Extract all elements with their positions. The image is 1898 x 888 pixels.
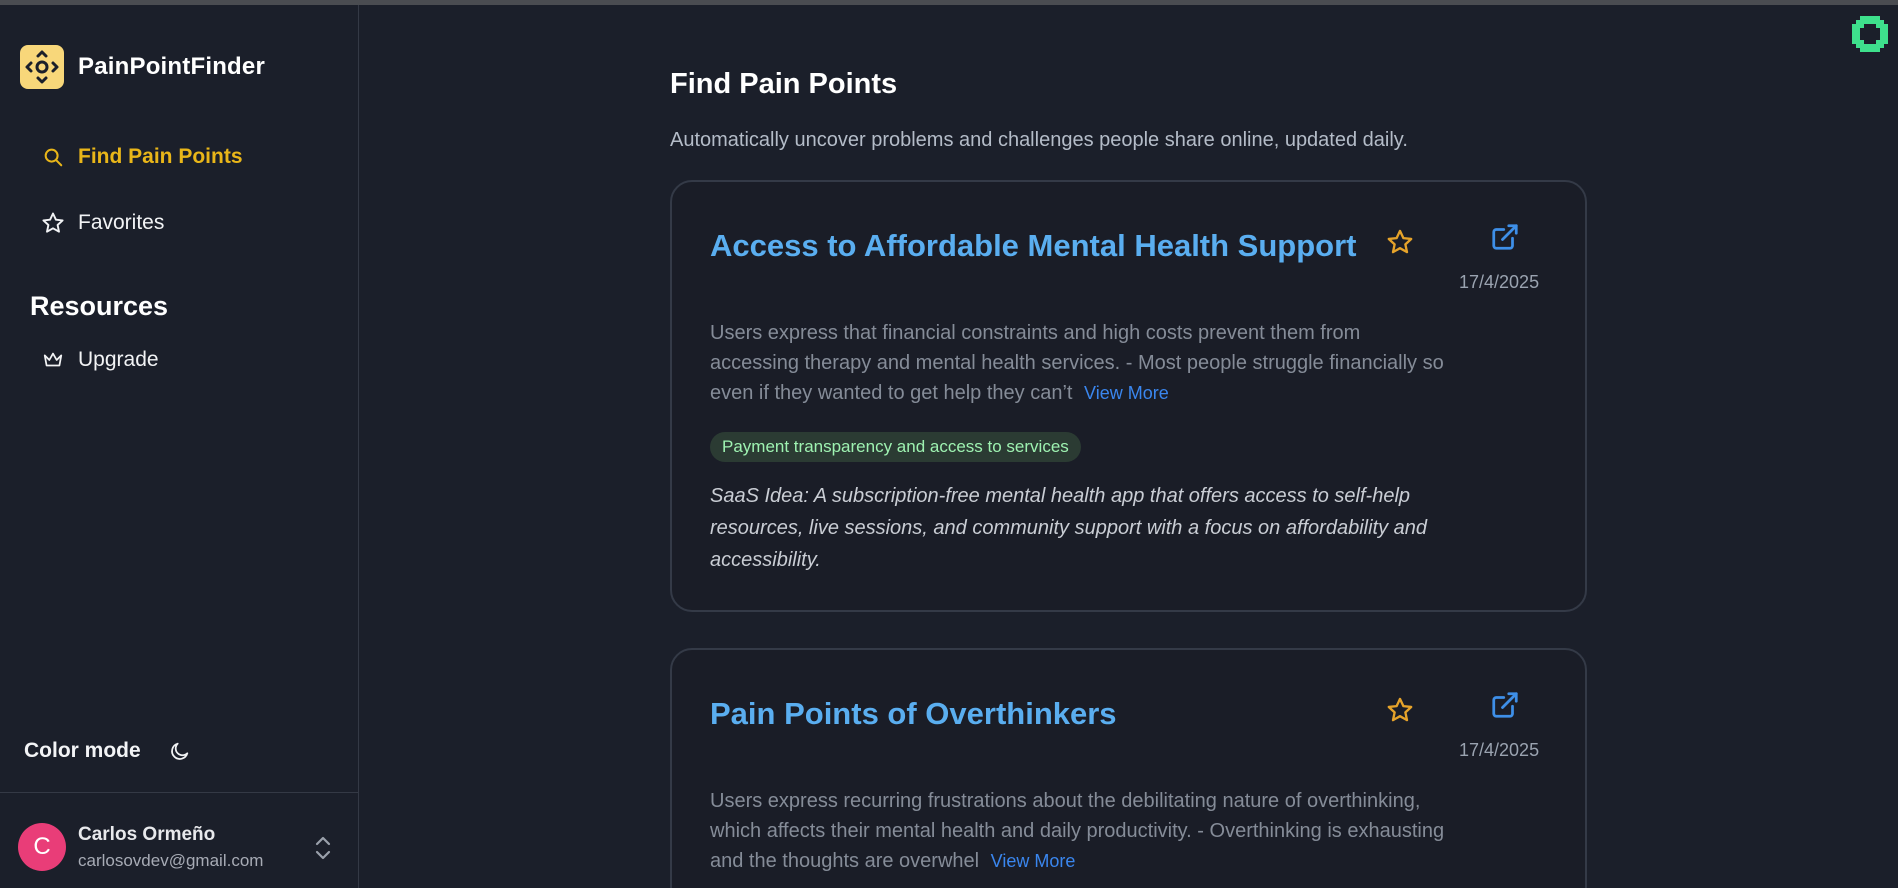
user-name: Carlos Ormeño bbox=[78, 823, 216, 845]
card-title[interactable]: Access to Affordable Mental Health Suppo… bbox=[710, 228, 1357, 264]
card-date: 17/4/2025 bbox=[1459, 272, 1540, 292]
card-description: Users express recurring frustrations abo… bbox=[710, 786, 1450, 876]
page-title: Find Pain Points bbox=[670, 68, 898, 100]
avatar: C bbox=[18, 823, 66, 871]
view-more-link[interactable]: View More bbox=[991, 851, 1076, 871]
user-email: carlosovdev@gmail.com bbox=[78, 850, 264, 870]
logo-icon bbox=[20, 45, 64, 89]
card-title[interactable]: Pain Points of Overthinkers bbox=[710, 696, 1117, 732]
resources-heading: Resources bbox=[30, 291, 169, 321]
favorite-star-icon[interactable] bbox=[1384, 226, 1416, 258]
brand[interactable]: PainPointFinder bbox=[20, 45, 265, 89]
chevron-up-down-icon[interactable] bbox=[308, 831, 338, 865]
app-name: PainPointFinder bbox=[78, 53, 266, 80]
page-subtitle: Automatically uncover problems and chall… bbox=[670, 129, 1408, 151]
card-description-text: Users express that financial constraints… bbox=[710, 322, 1444, 404]
nav-item-label: Favorites bbox=[78, 211, 165, 234]
card-date: 17/4/2025 bbox=[1459, 740, 1540, 760]
card-description-text: Users express recurring frustrations abo… bbox=[710, 790, 1445, 872]
moon-icon[interactable] bbox=[167, 738, 193, 764]
nav-item-label: Upgrade bbox=[78, 348, 159, 371]
nav-item-upgrade[interactable]: Upgrade bbox=[40, 347, 159, 373]
sidebar: PainPointFinder Find Pain Points Favorit… bbox=[0, 5, 359, 888]
category-tag: Payment transparency and access to servi… bbox=[710, 432, 1081, 462]
external-link-icon[interactable] bbox=[1488, 688, 1522, 722]
nav-item-favorites[interactable]: Favorites bbox=[40, 210, 164, 236]
extension-icon[interactable] bbox=[1848, 12, 1892, 56]
nav-item-label: Find Pain Points bbox=[78, 145, 243, 168]
card-description: Users express that financial constraints… bbox=[710, 318, 1450, 408]
nav-item-find-pain-points[interactable]: Find Pain Points bbox=[40, 144, 243, 170]
star-icon bbox=[40, 210, 66, 236]
saas-idea: SaaS Idea: A subscription-free mental he… bbox=[710, 485, 1428, 571]
view-more-link[interactable]: View More bbox=[1084, 383, 1169, 403]
color-mode: Color mode bbox=[24, 738, 193, 764]
favorite-star-icon[interactable] bbox=[1384, 694, 1416, 726]
user-info: Carlos Ormeño carlosovdev@gmail.com bbox=[78, 824, 263, 871]
color-mode-label: Color mode bbox=[24, 739, 141, 762]
external-link-icon[interactable] bbox=[1488, 220, 1522, 254]
pain-point-card: Access to Affordable Mental Health Suppo… bbox=[670, 180, 1587, 612]
crown-icon bbox=[40, 347, 66, 373]
user-menu[interactable]: C Carlos Ormeño carlosovdev@gmail.com bbox=[18, 823, 338, 871]
divider bbox=[0, 792, 359, 793]
pain-point-card: Pain Points of Overthinkers 17/4/2025 Us… bbox=[670, 648, 1587, 888]
search-icon bbox=[40, 144, 66, 170]
